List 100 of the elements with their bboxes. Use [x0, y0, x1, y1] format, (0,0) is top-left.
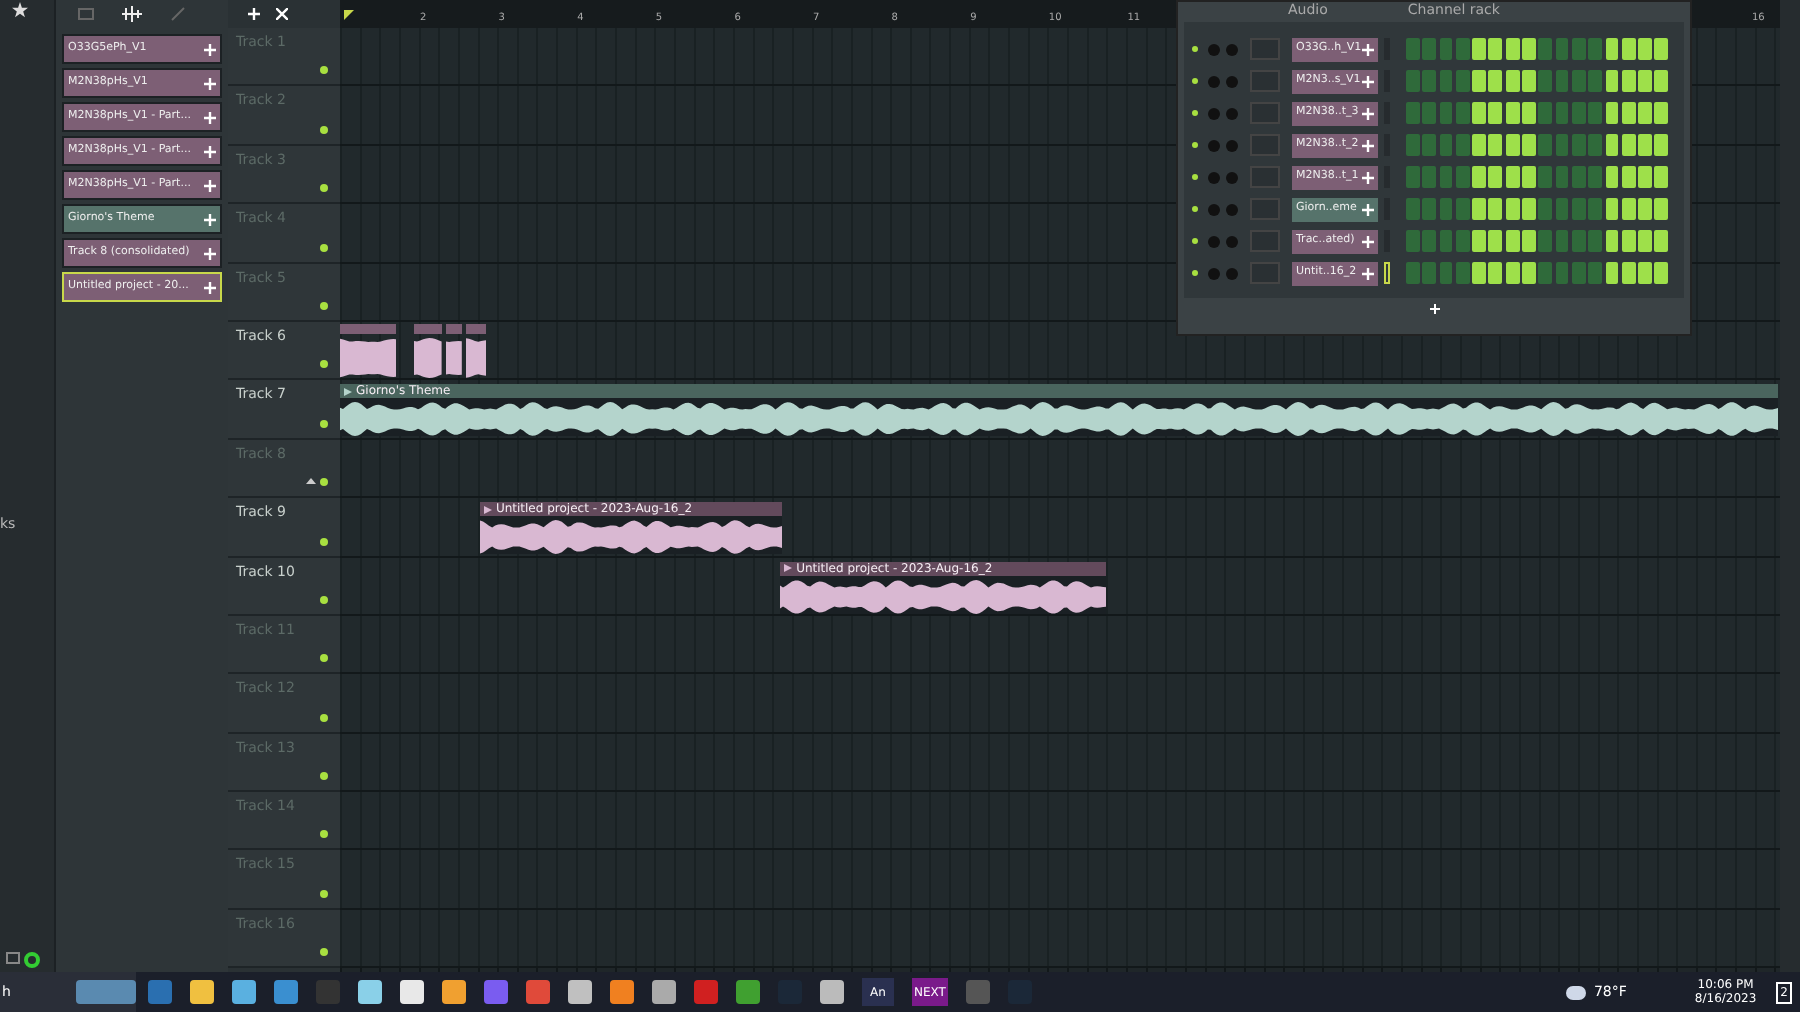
step-button[interactable]: [1621, 102, 1636, 124]
channel-led-icon[interactable]: [1192, 238, 1198, 244]
mixer-track-field[interactable]: [1250, 70, 1280, 92]
pan-knob-icon[interactable]: [1208, 75, 1220, 87]
pencil-icon[interactable]: [170, 6, 186, 22]
track-led-icon[interactable]: [320, 830, 328, 839]
step-button[interactable]: [1488, 38, 1503, 60]
app-icon[interactable]: [652, 980, 676, 1004]
step-button[interactable]: [1605, 102, 1619, 124]
volume-knob-icon[interactable]: [1226, 139, 1238, 151]
track-led-icon[interactable]: [320, 301, 328, 310]
caret-icon[interactable]: [306, 478, 316, 485]
step-button[interactable]: [1621, 198, 1636, 220]
step-button[interactable]: [1488, 70, 1503, 92]
volume-knob-icon[interactable]: [1226, 43, 1238, 55]
close-icon[interactable]: [276, 8, 288, 20]
app-icon[interactable]: [190, 980, 214, 1004]
step-button[interactable]: [1654, 166, 1669, 188]
app-icon[interactable]: [316, 980, 340, 1004]
channel-led-icon[interactable]: [1192, 78, 1198, 84]
mixer-track-field[interactable]: [1250, 134, 1280, 156]
step-button[interactable]: [1488, 198, 1503, 220]
pan-knob-icon[interactable]: [1208, 203, 1220, 215]
pan-knob-icon[interactable]: [1208, 267, 1220, 279]
mixer-track-field[interactable]: [1250, 262, 1280, 284]
mixer-track-field[interactable]: [1250, 166, 1280, 188]
app-icon[interactable]: [442, 980, 466, 1004]
mixer-track-field[interactable]: [1250, 230, 1280, 252]
search-icon[interactable]: [24, 952, 40, 968]
step-button[interactable]: [1505, 38, 1520, 60]
audio-clip[interactable]: [446, 323, 462, 378]
step-button[interactable]: [1654, 102, 1669, 124]
step-button[interactable]: [1654, 134, 1669, 156]
volume-knob-icon[interactable]: [1226, 235, 1238, 247]
step-button[interactable]: [1621, 134, 1636, 156]
step-button[interactable]: [1488, 230, 1503, 252]
step-button[interactable]: [1605, 198, 1619, 220]
channel-led-icon[interactable]: [1192, 110, 1198, 116]
step-button[interactable]: [1621, 230, 1636, 252]
audio-clip[interactable]: [340, 323, 397, 378]
app-icon[interactable]: [820, 980, 844, 1004]
step-button[interactable]: [1621, 38, 1636, 60]
pan-knob-icon[interactable]: [1208, 107, 1220, 119]
audio-clip[interactable]: [414, 323, 443, 378]
pan-knob-icon[interactable]: [1208, 235, 1220, 247]
volume-knob-icon[interactable]: [1226, 267, 1238, 279]
volume-knob-icon[interactable]: [1226, 203, 1238, 215]
step-button[interactable]: [1654, 262, 1669, 284]
mixer-track-field[interactable]: [1250, 38, 1280, 60]
step-button[interactable]: [1505, 70, 1520, 92]
track-led-icon[interactable]: [320, 419, 328, 428]
step-button[interactable]: [1488, 166, 1503, 188]
track-led-icon[interactable]: [320, 478, 328, 487]
volume-knob-icon[interactable]: [1226, 107, 1238, 119]
app-icon[interactable]: [484, 980, 508, 1004]
track-led-icon[interactable]: [320, 66, 328, 75]
channel-led-icon[interactable]: [1192, 206, 1198, 212]
channel-led-icon[interactable]: [1192, 174, 1198, 180]
track-led-icon[interactable]: [320, 595, 328, 604]
app-icon[interactable]: [694, 980, 718, 1004]
playhead-icon[interactable]: [344, 10, 354, 20]
step-button[interactable]: [1621, 166, 1636, 188]
piano-icon[interactable]: [78, 8, 94, 20]
track-led-icon[interactable]: [320, 125, 328, 134]
pan-knob-icon[interactable]: [1208, 171, 1220, 183]
track-led-icon[interactable]: [320, 184, 328, 193]
volume-knob-icon[interactable]: [1226, 75, 1238, 87]
step-button[interactable]: [1605, 134, 1619, 156]
step-button[interactable]: [1505, 230, 1520, 252]
star-icon[interactable]: [12, 2, 28, 18]
step-button[interactable]: [1505, 166, 1520, 188]
step-button[interactable]: [1621, 70, 1636, 92]
app-icon[interactable]: [736, 980, 760, 1004]
step-button[interactable]: [1621, 262, 1636, 284]
pan-knob-icon[interactable]: [1208, 139, 1220, 151]
app-icon[interactable]: [400, 980, 424, 1004]
track-led-icon[interactable]: [320, 654, 328, 663]
channel-led-icon[interactable]: [1192, 270, 1198, 276]
track-led-icon[interactable]: [320, 360, 328, 369]
app-icon[interactable]: [148, 980, 172, 1004]
channel-led-icon[interactable]: [1192, 46, 1198, 52]
app-icon[interactable]: [526, 980, 550, 1004]
step-button[interactable]: [1654, 38, 1669, 60]
add-icon[interactable]: [248, 8, 260, 20]
audio-clip[interactable]: [465, 323, 487, 378]
track-led-icon[interactable]: [320, 537, 328, 546]
track-led-icon[interactable]: [320, 772, 328, 781]
folder-icon[interactable]: [6, 952, 20, 964]
pan-knob-icon[interactable]: [1208, 43, 1220, 55]
step-button[interactable]: [1488, 262, 1503, 284]
scrollbar[interactable]: [1780, 0, 1800, 972]
step-button[interactable]: [1605, 70, 1619, 92]
app-icon[interactable]: [232, 980, 256, 1004]
mixer-track-field[interactable]: [1250, 102, 1280, 124]
step-button[interactable]: [1605, 38, 1619, 60]
step-button[interactable]: [1605, 230, 1619, 252]
step-button[interactable]: [1654, 70, 1669, 92]
step-button[interactable]: [1505, 134, 1520, 156]
app-icon[interactable]: [358, 980, 382, 1004]
step-button[interactable]: [1505, 262, 1520, 284]
